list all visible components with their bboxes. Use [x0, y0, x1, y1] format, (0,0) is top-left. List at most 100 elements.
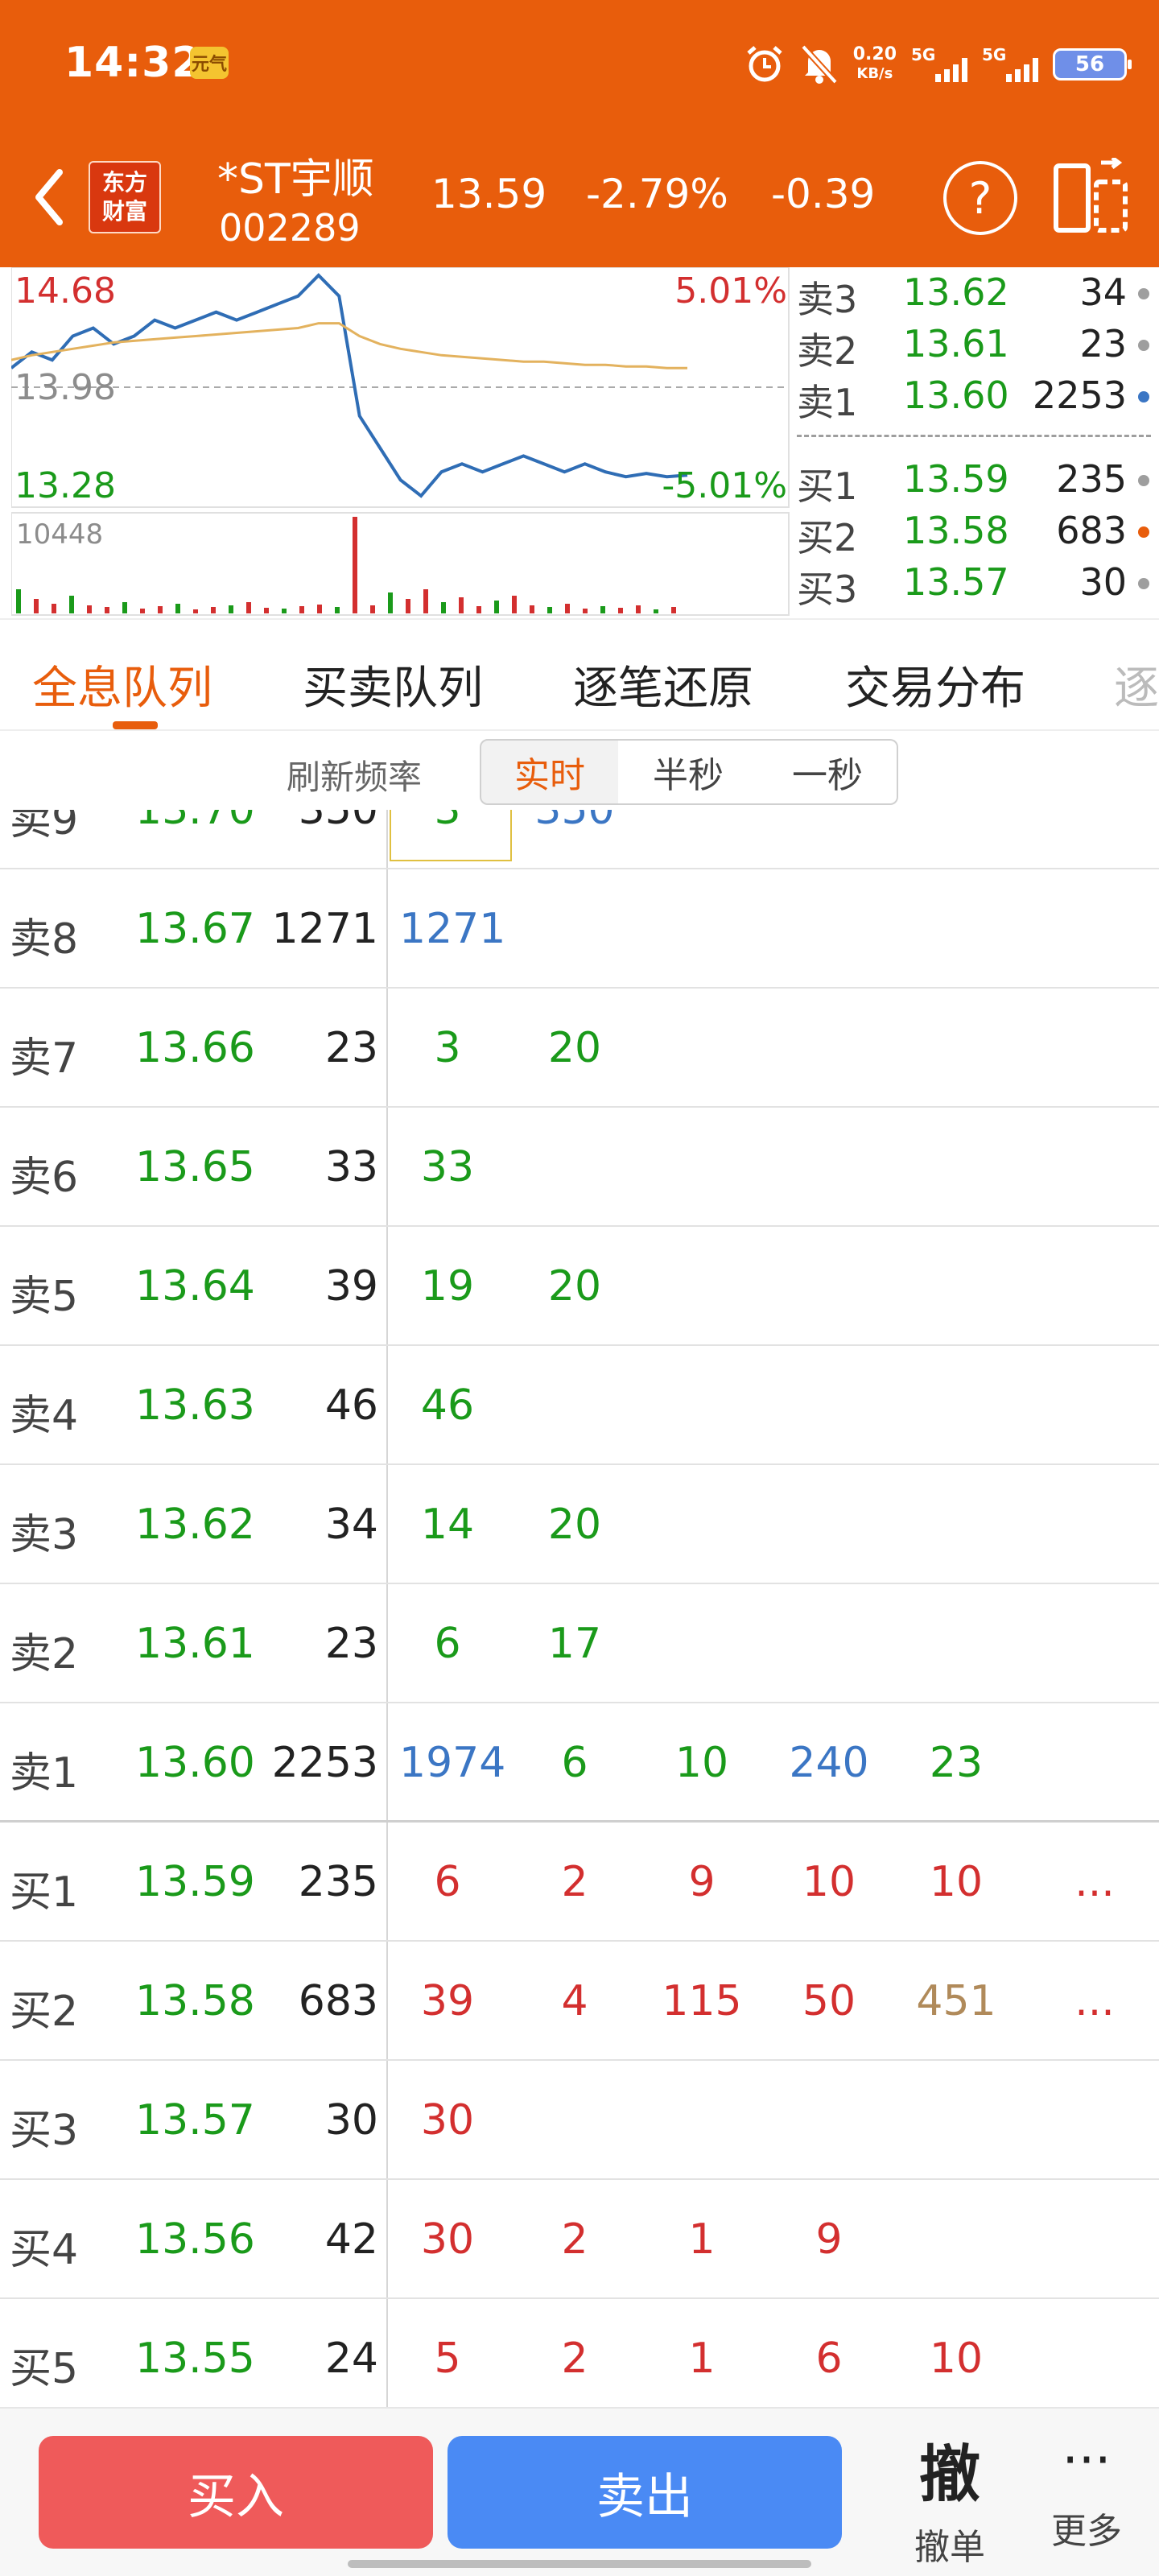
- queue-level-label: 卖8: [10, 915, 79, 964]
- volume-bar: [388, 592, 393, 613]
- volume-bar: [618, 608, 623, 613]
- volume-bar: [441, 602, 446, 613]
- queue-row[interactable]: 卖8 13.67 1271 1271: [0, 869, 1159, 989]
- queue-order-size: 9: [688, 1858, 716, 1906]
- tab-next-partial[interactable]: 逐: [1114, 652, 1159, 717]
- status-bar: 14:32 元气 0.20 KB/s 5G 5G 56: [0, 0, 1159, 129]
- queue-price: 13.59: [135, 1858, 255, 1906]
- queue-order-size: 1271: [399, 905, 506, 953]
- queue-order-size: 2: [561, 2334, 588, 2383]
- queue-row[interactable]: 卖3 13.62 34 14 20: [0, 1465, 1159, 1584]
- volume-bar: [512, 596, 517, 613]
- queue-row[interactable]: 卖7 13.66 23 3 20: [0, 989, 1159, 1108]
- queue-order-size: 240: [789, 1739, 869, 1787]
- status-dot: [1138, 340, 1149, 351]
- more-orders-ellipsis[interactable]: ...: [1046, 1858, 1143, 1906]
- queue-volume: 34: [324, 1501, 378, 1549]
- queue-level-label: 卖3: [10, 1511, 79, 1559]
- queue-row[interactable]: 买2 13.58 683 39 4 115 50 451...: [0, 1942, 1159, 2061]
- cancel-order-icon: 撤: [919, 2438, 980, 2510]
- book-ask-1: 卖1 13.60 2253: [797, 374, 1151, 424]
- volume-bar: [583, 609, 588, 613]
- refresh-one-second-button[interactable]: 一秒: [758, 739, 898, 805]
- volume-bar: [282, 609, 287, 613]
- queue-order-size: 33: [420, 1143, 475, 1191]
- queue-order-size: 2: [561, 2215, 588, 2264]
- volume-bar: [16, 589, 21, 613]
- queue-volume: 33: [324, 1143, 378, 1191]
- queue-level-label: 卖7: [10, 1034, 79, 1083]
- volume-bar: [317, 605, 322, 613]
- queue-row[interactable]: 卖6 13.65 33 33: [0, 1108, 1159, 1227]
- stock-price: 13.59: [431, 171, 547, 217]
- sell-button[interactable]: 卖出: [448, 2436, 842, 2549]
- more-button[interactable]: ··· 更多: [1030, 2425, 1143, 2570]
- queue-price: 13.66: [135, 1024, 255, 1072]
- chart-low-pct: -5.01%: [662, 465, 787, 506]
- queue-row[interactable]: 卖1 13.60 2253 1974 6 10 240 23: [0, 1703, 1159, 1823]
- more-label: 更多: [1051, 2511, 1122, 2552]
- queue-volume: 1271: [271, 905, 378, 953]
- queue-price: 13.58: [135, 1977, 255, 2025]
- queue-order-size: 10: [802, 1858, 856, 1906]
- refresh-rate-label: 刷新频率: [287, 758, 423, 797]
- chart-high-pct: 5.01%: [674, 270, 787, 312]
- mute-icon: [800, 44, 838, 85]
- layout-switch-icon[interactable]: [1051, 158, 1132, 238]
- queue-volume: 2253: [271, 1739, 378, 1787]
- home-indicator[interactable]: [348, 2560, 811, 2568]
- volume-bar: [600, 606, 605, 613]
- tab-full-queue[interactable]: 全息队列: [32, 652, 212, 717]
- queue-level-label: 买1: [10, 1868, 79, 1917]
- queue-order-size: 20: [547, 1262, 602, 1311]
- volume-bar: [671, 607, 676, 613]
- queue-order-size: 10: [929, 1858, 984, 1906]
- queue-row[interactable]: 买3 13.57 30 30: [0, 2061, 1159, 2180]
- queue-order-size: 4: [561, 1977, 588, 2025]
- volume-max-label: 10448: [16, 518, 104, 551]
- refresh-realtime-button[interactable]: 实时: [480, 739, 620, 805]
- queue-order-size: 46: [420, 1381, 475, 1430]
- queue-row[interactable]: 买4 13.56 42 30 2 1 9: [0, 2180, 1159, 2299]
- queue-row[interactable]: 卖5 13.64 39 19 20: [0, 1227, 1159, 1346]
- book-bid-3: 买3 13.57 30: [797, 560, 1151, 611]
- more-orders-ellipsis[interactable]: ...: [1046, 1977, 1143, 2025]
- cancel-order-button[interactable]: 撤 撤单: [893, 2425, 1006, 2570]
- queue-row[interactable]: 卖2 13.61 23 6 17: [0, 1584, 1159, 1703]
- queue-price: 13.64: [135, 1262, 255, 1311]
- queue-row[interactable]: 卖9 13.70 350 3 350: [0, 810, 1159, 869]
- volume-bar: [34, 599, 39, 613]
- help-icon[interactable]: ?: [943, 161, 1017, 235]
- book-divider: [797, 435, 1151, 437]
- back-icon[interactable]: [24, 161, 72, 233]
- volume-bar: [494, 601, 499, 613]
- queue-row[interactable]: 卖4 13.63 46 46: [0, 1346, 1159, 1465]
- queue-price: 13.67: [135, 905, 255, 953]
- volume-bar: [52, 604, 56, 613]
- queue-order-size: 17: [547, 1620, 602, 1668]
- queue-level-label: 买4: [10, 2226, 79, 2274]
- volume-bar: [654, 609, 658, 613]
- queue-row[interactable]: 买5 13.55 24 5 2 1 6 10: [0, 2299, 1159, 2407]
- queue-order-size: 3: [434, 1024, 461, 1072]
- queue-order-size: 6: [434, 1858, 461, 1906]
- tab-tick-replay[interactable]: 逐笔还原: [573, 652, 753, 717]
- queue-order-size: 6: [434, 1620, 461, 1668]
- buy-button[interactable]: 买入: [39, 2436, 433, 2549]
- queue-order-size: 3: [434, 810, 461, 834]
- tab-bid-ask-queue[interactable]: 买卖队列: [303, 652, 483, 717]
- order-queue-table[interactable]: 卖9 13.70 350 3 350 卖8 13.67 1271 1271 卖7 13.66 23 3 2…: [0, 810, 1159, 2407]
- queue-level-label: 卖5: [10, 1273, 79, 1321]
- stock-name[interactable]: *ST宇顺: [217, 145, 374, 205]
- order-book[interactable]: 卖3 13.62 34 卖2 13.61 23 卖1 13.60 2253 买1 13.59 2…: [797, 270, 1151, 617]
- queue-row[interactable]: 买1 13.59 235 6 2 9 10 10...: [0, 1823, 1159, 1942]
- intraday-chart[interactable]: 14.68 13.98 13.28 5.01% -5.01% 10448: [11, 267, 790, 617]
- queue-order-size: 6: [815, 2334, 843, 2383]
- volume-bar: [636, 605, 641, 613]
- queue-volume: 350: [298, 810, 378, 834]
- book-bid-1: 买1 13.59 235: [797, 457, 1151, 508]
- refresh-half-second-button[interactable]: 半秒: [618, 739, 760, 805]
- volume-bar: [158, 606, 163, 613]
- tab-trade-distribution[interactable]: 交易分布: [845, 652, 1025, 717]
- queue-order-size: 10: [929, 2334, 984, 2383]
